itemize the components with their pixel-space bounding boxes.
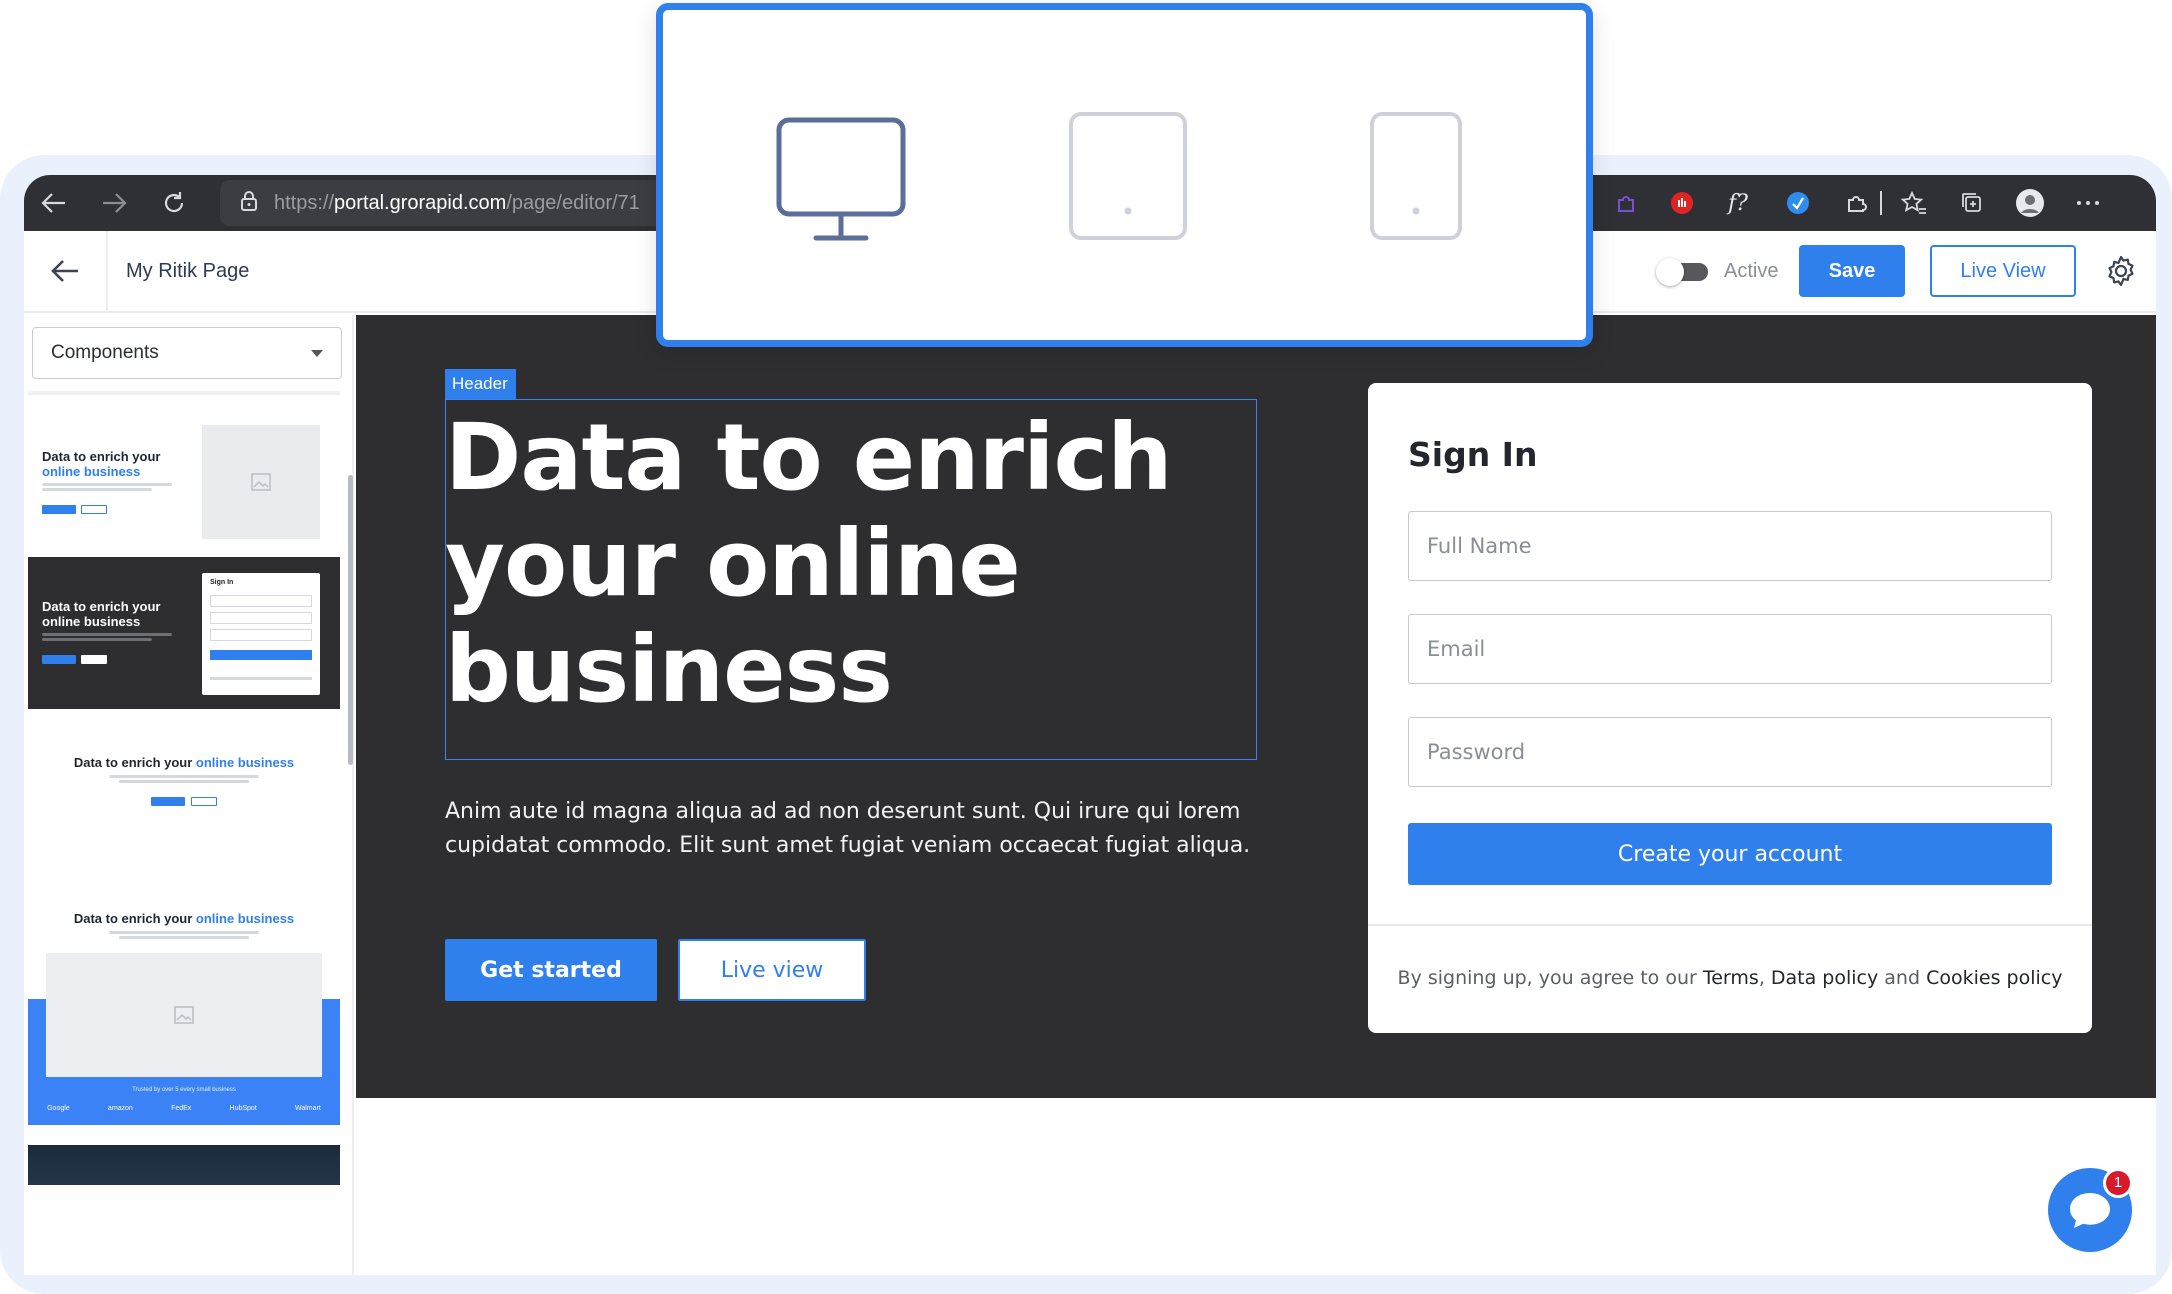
hero-section[interactable]: Header Data to enrich your online busine… bbox=[356, 315, 2156, 1098]
select-value: Components bbox=[51, 342, 159, 363]
hero-subtext[interactable]: Anim aute id magna aliqua ad ad non dese… bbox=[445, 795, 1265, 863]
component-thumbnail[interactable]: Data to enrich your online business bbox=[28, 399, 340, 551]
component-thumbnail[interactable]: Data to enrich your online business Trus… bbox=[28, 871, 340, 1125]
device-preview-popup bbox=[656, 3, 1593, 347]
page-title: My Ritik Page bbox=[126, 260, 250, 282]
address-bar[interactable]: https://portal.grorapid.com/page/editor/… bbox=[220, 180, 700, 226]
editor-canvas: Header Data to enrich your online busine… bbox=[356, 315, 2156, 1275]
thumbnail-title-accent: online business bbox=[42, 464, 141, 479]
toolbar-divider bbox=[1876, 175, 1886, 231]
extension-puzzle-purple-icon[interactable] bbox=[1604, 175, 1648, 231]
hero-live-view-button[interactable]: Live view bbox=[678, 939, 866, 1001]
signin-divider bbox=[1368, 924, 2092, 926]
thumbnail-title: Data to enrich your bbox=[73, 911, 196, 926]
save-button[interactable]: Save bbox=[1799, 245, 1905, 297]
thumbnail-title: Data to enrich your bbox=[42, 599, 161, 614]
signin-card: Sign In Create your account By signing u… bbox=[1368, 383, 2092, 1033]
back-arrow-icon[interactable] bbox=[24, 175, 84, 231]
thumbnail-title-accent: online business bbox=[195, 911, 295, 926]
thumbnail-title: Data to enrich your bbox=[42, 449, 161, 464]
full-name-field[interactable] bbox=[1408, 511, 2052, 581]
collections-icon[interactable] bbox=[1950, 175, 1994, 231]
arrow-left-icon bbox=[51, 260, 78, 282]
url-text: https://portal.grorapid.com/page/editor/… bbox=[274, 191, 640, 214]
active-toggle[interactable] bbox=[1656, 258, 1708, 286]
live-view-button[interactable]: Live View bbox=[1930, 245, 2076, 297]
image-placeholder-icon bbox=[202, 425, 320, 539]
component-thumbnail[interactable] bbox=[28, 1145, 340, 1185]
forward-arrow-icon[interactable] bbox=[84, 175, 144, 231]
thumbnail-logos: Google amazon FedEx HubSpot Walmart bbox=[47, 1105, 321, 1112]
chat-notification-badge: 1 bbox=[2103, 1168, 2133, 1198]
component-thumbnail[interactable]: Data to enrich your online business bbox=[28, 715, 340, 867]
signin-title: Sign In bbox=[1408, 435, 1538, 474]
chevron-down-icon bbox=[311, 350, 323, 357]
thumbnail-title-accent: online business bbox=[195, 755, 295, 770]
cookies-policy-link[interactable]: Cookies policy bbox=[1926, 967, 2062, 989]
thumbnail-footer-text: Trusted by over 5 every small business bbox=[132, 1087, 236, 1093]
create-account-button[interactable]: Create your account bbox=[1408, 823, 2052, 885]
components-select[interactable]: Components bbox=[32, 327, 342, 379]
sidebar-scrollbar[interactable] bbox=[348, 475, 353, 765]
terms-text: By signing up, you agree to our Terms, D… bbox=[1397, 967, 2063, 989]
thumbnail-title: Data to enrich your bbox=[73, 755, 196, 770]
reload-icon[interactable] bbox=[144, 175, 204, 231]
thumbnail-top-edge bbox=[28, 391, 340, 395]
extension-blue-circle-icon[interactable] bbox=[1776, 175, 1820, 231]
extension-red-hand-icon[interactable] bbox=[1660, 175, 1704, 231]
mobile-icon[interactable] bbox=[1369, 111, 1463, 241]
favorites-icon[interactable] bbox=[1892, 175, 1936, 231]
get-started-button[interactable]: Get started bbox=[445, 939, 657, 1001]
lock-icon bbox=[240, 190, 258, 216]
terms-link[interactable]: Terms bbox=[1703, 967, 1759, 989]
component-thumbnail-selected[interactable]: Data to enrich your online business Sign… bbox=[28, 557, 340, 709]
extensions-icon[interactable] bbox=[1834, 175, 1878, 231]
tablet-icon[interactable] bbox=[1068, 111, 1188, 241]
chat-bubble-icon bbox=[2070, 1193, 2110, 1228]
settings-gear-icon[interactable] bbox=[2096, 231, 2146, 311]
more-menu-icon[interactable] bbox=[2066, 175, 2110, 231]
thumbnail-signin-form: Sign In bbox=[202, 573, 320, 695]
thumbnail-title-second: online business bbox=[42, 614, 141, 629]
header-tag: Header bbox=[445, 369, 516, 399]
email-field[interactable] bbox=[1408, 614, 2052, 684]
desktop-icon[interactable] bbox=[776, 117, 906, 243]
data-policy-link[interactable]: Data policy bbox=[1771, 967, 1878, 989]
extension-function-icon[interactable]: f? bbox=[1718, 175, 1762, 231]
profile-avatar-icon[interactable] bbox=[2008, 175, 2052, 231]
image-placeholder-icon bbox=[46, 953, 322, 1077]
editor-back-button[interactable] bbox=[24, 231, 108, 311]
active-label: Active bbox=[1724, 260, 1779, 282]
svg-text:f?: f? bbox=[1726, 191, 1748, 216]
password-field[interactable] bbox=[1408, 717, 2052, 787]
components-sidebar: Components Data to enrich your online bu… bbox=[24, 315, 354, 1275]
hero-headline[interactable]: Data to enrich your online business bbox=[445, 405, 1257, 723]
